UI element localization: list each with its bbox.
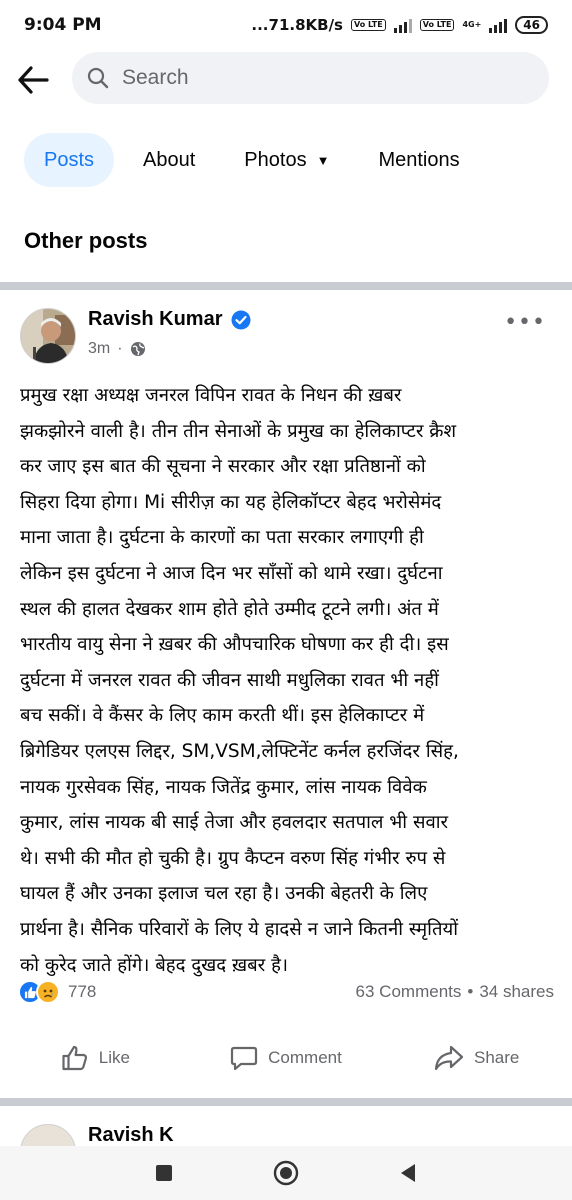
globe-icon bbox=[130, 342, 145, 356]
meta-separator: · bbox=[117, 340, 123, 357]
signal-icon-2 bbox=[489, 17, 508, 33]
shares-count[interactable]: 34 shares bbox=[479, 982, 554, 1002]
sad-reaction-icon bbox=[36, 980, 60, 1004]
post-actions: Like Comment Share bbox=[0, 1032, 572, 1084]
square-icon bbox=[156, 1165, 172, 1181]
comment-label: Comment bbox=[268, 1048, 342, 1067]
volte-badge-2: Vo LTE bbox=[419, 19, 455, 31]
home-circle-icon bbox=[273, 1160, 299, 1186]
next-post-author[interactable]: Ravish K bbox=[88, 1124, 174, 1146]
avatar[interactable] bbox=[20, 1124, 76, 1146]
tab-photos[interactable]: Photos ▼ bbox=[224, 133, 349, 187]
like-label: Like bbox=[98, 1048, 130, 1067]
author-name: Ravish Kumar bbox=[88, 308, 223, 330]
battery-icon: 46 bbox=[515, 16, 548, 34]
status-icons: ...71.8KB/s Vo LTE Vo LTE 4G+ 46 bbox=[251, 16, 548, 34]
section-title: Other posts bbox=[24, 228, 148, 253]
tab-label: Mentions bbox=[378, 148, 460, 171]
post-meta: 3m · bbox=[88, 340, 146, 358]
comments-count[interactable]: 63 Comments bbox=[356, 982, 462, 1002]
reactions-summary[interactable]: 778 bbox=[18, 980, 96, 1004]
comment-button[interactable]: Comment bbox=[191, 1032, 382, 1084]
tab-mentions[interactable]: Mentions bbox=[358, 133, 479, 187]
volte-badge-1: Vo LTE bbox=[350, 19, 386, 31]
post-stats: 63 Comments • 34 shares bbox=[356, 982, 554, 1002]
back-arrow-icon bbox=[18, 66, 49, 94]
avatar-photo-icon bbox=[21, 309, 75, 363]
profile-tabs: Posts About Photos ▼ Mentions bbox=[0, 132, 572, 188]
avatar[interactable] bbox=[20, 308, 76, 364]
tab-posts[interactable]: Posts bbox=[24, 133, 115, 187]
share-button[interactable]: Share bbox=[381, 1032, 572, 1084]
status-bar: 9:04 PM ...71.8KB/s Vo LTE Vo LTE 4G+ 46 bbox=[0, 0, 572, 50]
post-text: प्रमुख रक्षा अध्यक्ष जनरल विपिन रावत के … bbox=[20, 385, 459, 976]
reaction-count: 778 bbox=[68, 982, 97, 1001]
like-button[interactable]: Like bbox=[0, 1032, 191, 1084]
search-header: Search bbox=[0, 50, 572, 110]
tab-about[interactable]: About bbox=[123, 133, 215, 187]
tab-label: Photos bbox=[244, 148, 307, 171]
thumbs-up-icon bbox=[62, 1045, 87, 1071]
section-divider bbox=[0, 282, 572, 290]
tab-label: About bbox=[143, 148, 196, 171]
back-nav-button[interactable] bbox=[395, 1160, 421, 1186]
stats-separator: • bbox=[467, 982, 474, 1001]
triangle-back-icon bbox=[401, 1164, 415, 1182]
more-options-icon[interactable]: ••• bbox=[504, 310, 546, 335]
share-label: Share bbox=[473, 1048, 520, 1067]
caret-down-icon: ▼ bbox=[316, 152, 330, 168]
post-time[interactable]: 3m bbox=[88, 340, 110, 358]
verified-badge-icon bbox=[231, 310, 250, 329]
post-divider bbox=[0, 1098, 572, 1106]
search-input[interactable]: Search bbox=[72, 52, 549, 104]
network-type: 4G+ bbox=[462, 20, 482, 29]
search-icon bbox=[87, 67, 109, 89]
system-nav-bar bbox=[0, 1146, 572, 1200]
next-post-preview: Ravish K bbox=[0, 1106, 572, 1146]
comment-bubble-icon bbox=[231, 1046, 258, 1071]
post-author[interactable]: Ravish Kumar bbox=[88, 308, 251, 331]
battery-level: 46 bbox=[515, 16, 548, 34]
home-button[interactable] bbox=[273, 1160, 299, 1186]
tab-label: Posts bbox=[44, 148, 95, 171]
back-button[interactable] bbox=[13, 60, 53, 100]
recents-button[interactable] bbox=[151, 1160, 177, 1186]
signal-icon-1 bbox=[393, 17, 412, 33]
network-speed: ...71.8KB/s bbox=[251, 16, 343, 34]
search-placeholder: Search bbox=[122, 66, 189, 89]
share-arrow-icon bbox=[434, 1045, 464, 1071]
status-time: 9:04 PM bbox=[24, 15, 102, 35]
